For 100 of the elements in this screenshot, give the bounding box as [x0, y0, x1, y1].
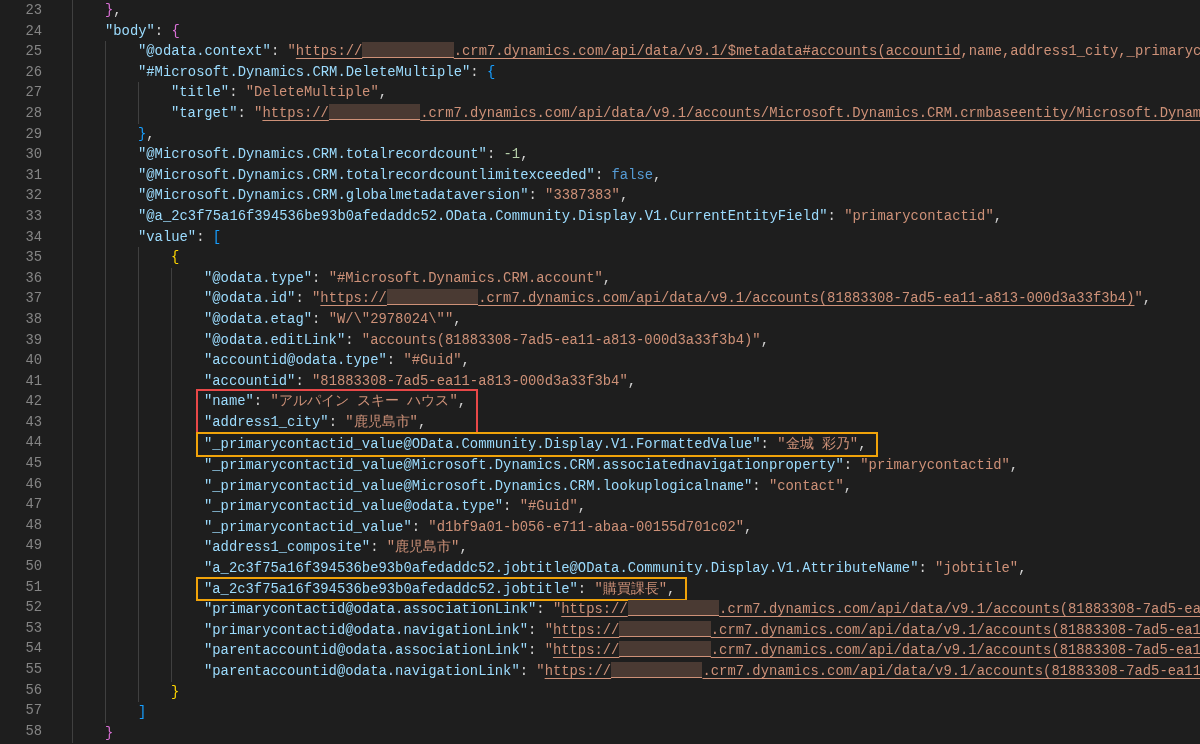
punctuation: : — [486, 146, 497, 163]
punctuation: : — [295, 372, 305, 389]
url-link[interactable]: .crm7.dynamics.com/api/data/v9.1/accounts(81883308-7ad5-ea — [719, 601, 1200, 618]
string-value: "81883308-7ad5-ea11-a813-000d3a33f3b4" — [312, 372, 628, 389]
line-number: 51 — [24, 577, 43, 597]
punctuation: : — [270, 43, 281, 60]
line-number: 33 — [24, 206, 43, 226]
json-key: "@Microsoft.Dynamics.CRM.totalrecordcountlimitexceeded" — [138, 166, 595, 183]
json-key: "@odata.editLink" — [204, 331, 346, 348]
string-value: "DeleteMultiple" — [245, 84, 379, 101]
string-value: "W/\"2978024\"" — [328, 310, 454, 327]
punctuation: , — [627, 372, 637, 389]
url-link[interactable]: https:// — [295, 43, 363, 60]
punctuation: : — [918, 560, 928, 577]
punctuation: : — [345, 331, 355, 348]
json-key: "target" — [171, 104, 238, 121]
json-key: "value" — [138, 228, 197, 245]
string-value: " — [312, 290, 321, 307]
url-link[interactable]: https:// — [552, 642, 620, 659]
url-link[interactable]: https:// — [320, 290, 387, 307]
string-value: "#Guid" — [403, 352, 462, 369]
punctuation: , — [993, 207, 1002, 224]
json-key: "@odata.type" — [204, 269, 312, 286]
url-link[interactable]: .crm7.dynamics.com/api/data/v9.1/accounts(81883308-7ad5-ea1 — [710, 642, 1200, 659]
url-link[interactable]: .crm7.dynamics.com/api/data/v9.1/accounts/Microsoft.Dynamics.CRM.crmbaseentity/Microsoft.Dynam — [420, 104, 1200, 121]
url-link[interactable]: https:// — [262, 104, 329, 121]
line-number: 45 — [24, 454, 43, 474]
string-value: "アルパイン スキー ハウス" — [270, 393, 458, 410]
string-value: "primarycontactid" — [860, 457, 1010, 474]
url-link[interactable]: .crm7.dynamics.com/api/data/v9.1/$metadata#accounts(accountid — [453, 43, 961, 60]
line-number: 48 — [24, 515, 43, 535]
punctuation: : — [528, 187, 538, 204]
punctuation: , — [378, 84, 387, 101]
punctuation: , — [667, 580, 676, 597]
url-link[interactable]: .crm7.dynamics.com/api/data/v9.1/accounts(81883308-7ad5-ea1 — [710, 621, 1200, 638]
line-number: 30 — [24, 145, 43, 165]
string-value: "3387383" — [545, 187, 620, 204]
line-number: 32 — [24, 186, 43, 206]
json-key: "#Microsoft.Dynamics.CRM.DeleteMultiple" — [138, 63, 471, 80]
url-link[interactable]: https:// — [544, 663, 612, 679]
json-key: "_primarycontactid_value@Microsoft.Dynamics.CRM.associatednavigationproperty" — [204, 457, 844, 474]
punctuation: : — [411, 518, 421, 535]
punctuation: : — [752, 477, 762, 494]
bracket: [ — [212, 228, 222, 245]
json-key: "parentaccountid@odata.navigationLink" — [204, 663, 520, 679]
line-number: 55 — [24, 660, 43, 679]
punctuation: : — [196, 228, 206, 245]
punctuation: , — [457, 393, 467, 410]
string-value: " — [287, 43, 296, 60]
line-number: 31 — [24, 165, 43, 185]
url-link[interactable]: .crm7.dynamics.com/api/data/v9.1/accounts(81883308-7ad5-ea11-a813-000d3a33f3b4) — [478, 290, 1135, 307]
punctuation: : — [237, 104, 247, 121]
bracket: { — [171, 249, 180, 266]
punctuation: : — [594, 166, 605, 183]
json-key: "_primarycontactid_value@OData.Community.Display.V1.FormattedValue" — [204, 436, 761, 453]
punctuation: , — [146, 125, 155, 142]
punctuation: : — [528, 642, 538, 659]
line-number: 26 — [24, 62, 43, 82]
punctuation: : — [154, 22, 165, 39]
punctuation: , — [744, 518, 753, 535]
line-number: 57 — [24, 701, 43, 721]
json-key: "primarycontactid@odata.associationLink" — [204, 601, 537, 618]
json-key: "_primarycontactid_value@Microsoft.Dynamics.CRM.lookuplogicalname" — [204, 477, 753, 494]
punctuation: : — [827, 207, 837, 224]
line-number: 24 — [24, 21, 43, 41]
url-link[interactable]: https:// — [561, 601, 628, 618]
punctuation: : — [519, 663, 529, 679]
string-value: "#Guid" — [519, 498, 578, 515]
url-link[interactable]: .crm7.dynamics.com/api/data/v9.1/accounts(81883308-7ad5-ea11 — [702, 663, 1200, 679]
punctuation: , — [459, 539, 468, 556]
punctuation: , — [417, 413, 427, 430]
line-number: 37 — [24, 289, 43, 309]
json-key: "@odata.id" — [204, 290, 296, 307]
punctuation: , — [843, 477, 853, 494]
json-key: "primarycontactid@odata.navigationLink" — [204, 621, 528, 638]
json-key: "title" — [171, 84, 230, 101]
json-key: "@odata.etag" — [204, 310, 312, 327]
punctuation: : — [528, 621, 538, 638]
punctuation: : — [295, 290, 305, 307]
json-key: "accountid" — [204, 372, 296, 389]
json-key: "address1_composite" — [204, 539, 371, 556]
bracket: ] — [138, 704, 147, 721]
line-number: 42 — [24, 392, 43, 412]
json-key: "name" — [204, 393, 254, 410]
line-number: 38 — [24, 309, 43, 329]
punctuation: : — [470, 63, 480, 80]
url-link[interactable]: https:// — [552, 621, 620, 638]
punctuation: : — [503, 498, 513, 515]
string-value: "鹿児島市" — [386, 539, 460, 556]
json-key: "@Microsoft.Dynamics.CRM.totalrecordcount" — [138, 146, 487, 163]
string-value: " — [536, 663, 545, 679]
line-number: 44 — [24, 433, 43, 453]
line-number: 56 — [24, 680, 43, 700]
line-number: 49 — [24, 536, 43, 556]
punctuation: : — [843, 457, 853, 474]
json-key: "address1_city" — [204, 413, 329, 430]
line-number: 36 — [24, 268, 43, 288]
json-key: "parentaccountid@odata.associationLink" — [204, 642, 528, 659]
punctuation: , — [453, 310, 462, 327]
punctuation: : — [536, 601, 546, 618]
